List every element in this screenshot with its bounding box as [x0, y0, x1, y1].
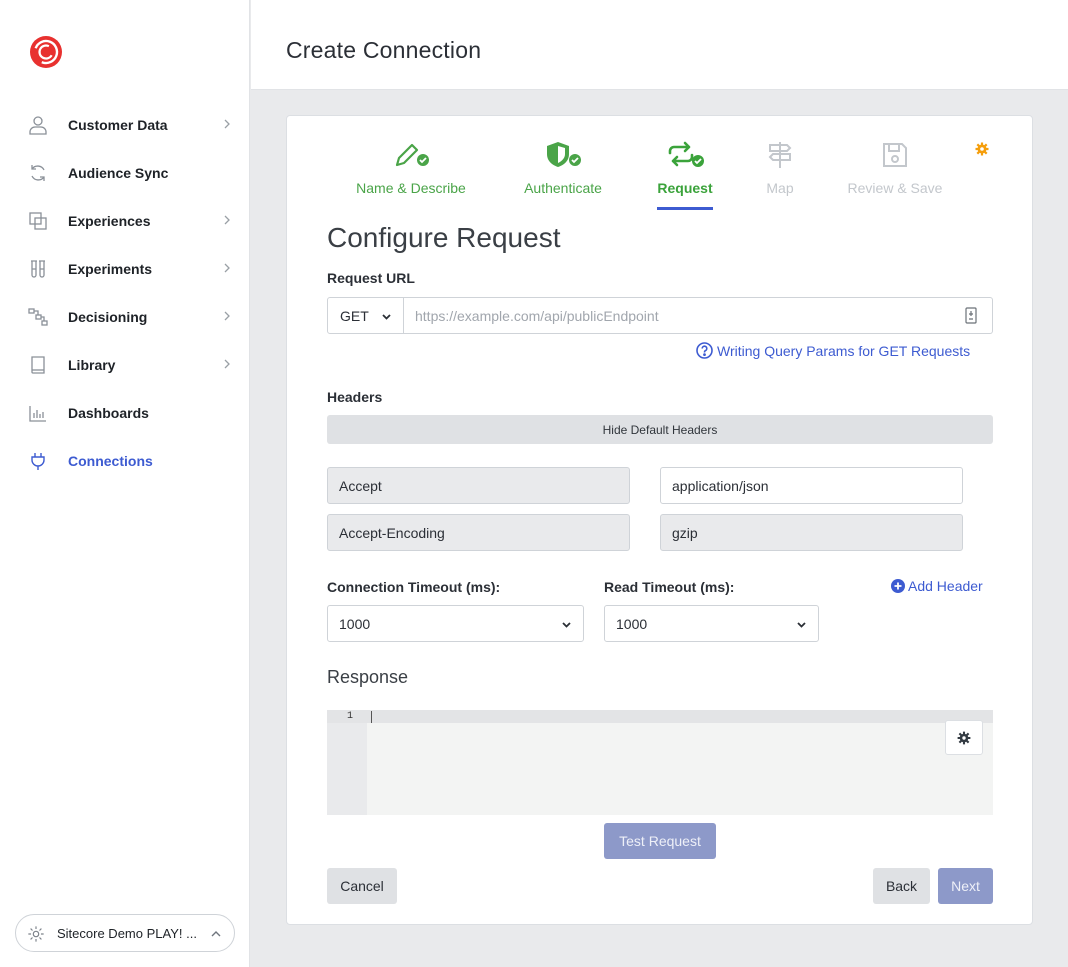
line-number: 1 — [347, 711, 354, 722]
sitecore-logo[interactable] — [29, 35, 63, 69]
step-label: Name & Describe — [356, 180, 466, 196]
step-review-save: Review & Save — [847, 140, 943, 196]
headers-label: Headers — [327, 389, 383, 405]
plug-icon — [31, 453, 45, 470]
sidebar-item-connections[interactable]: Connections — [0, 437, 250, 485]
sidebar-item-label: Experiments — [68, 261, 153, 277]
sync-icon — [31, 165, 45, 181]
org-switcher[interactable]: Sitecore Demo PLAY! ... — [15, 914, 235, 952]
connection-timeout-label: Connection Timeout (ms): — [327, 579, 501, 595]
help-link-text: Writing Query Params for GET Requests — [717, 342, 971, 359]
chevron-down-icon — [382, 314, 391, 320]
gear-icon — [957, 731, 971, 744]
gear-icon — [28, 926, 44, 942]
sidebar-item-label: Audience Sync — [68, 165, 169, 181]
pencil-check-icon — [395, 143, 429, 167]
sidebar-item-experiences[interactable]: Experiences — [0, 197, 250, 245]
chevron-up-icon — [211, 931, 221, 937]
page-header: Create Connection — [251, 0, 1068, 90]
wizard-card: Name & Describe Authenticate Request Map… — [286, 115, 1033, 925]
sidebar-item-library[interactable]: Library — [0, 341, 250, 389]
editor-settings-button[interactable] — [945, 720, 983, 755]
header-value-field: gzip — [660, 514, 963, 551]
chevron-right-icon — [224, 119, 230, 129]
floppy-icon — [883, 143, 907, 167]
test-request-button[interactable]: Test Request — [604, 823, 716, 859]
active-step-indicator — [657, 207, 713, 210]
editor-active-line — [327, 710, 993, 723]
sidebar-item-label: Library — [68, 357, 116, 373]
variable-icon[interactable] — [965, 307, 977, 324]
header-key-field: Accept — [327, 467, 630, 504]
chevron-right-icon — [224, 215, 230, 225]
editor-gutter — [327, 710, 367, 815]
sidebar-item-label: Experiences — [68, 213, 151, 229]
method-select[interactable]: GET — [327, 297, 404, 334]
settings-gear-icon[interactable] — [975, 142, 989, 156]
sidebar-item-experiments[interactable]: Experiments — [0, 245, 250, 293]
request-url-label: Request URL — [327, 270, 415, 286]
editor-cursor — [371, 711, 372, 723]
flow-icon — [28, 308, 48, 326]
signpost-icon — [768, 142, 792, 168]
response-editor[interactable]: 1 — [327, 710, 993, 815]
cancel-button[interactable]: Cancel — [327, 868, 397, 904]
experiences-icon — [29, 212, 47, 230]
step-map: Map — [763, 140, 797, 196]
step-label: Review & Save — [847, 180, 943, 196]
step-authenticate[interactable]: Authenticate — [520, 140, 606, 196]
add-header-button[interactable]: Add Header — [891, 578, 983, 594]
chevron-down-icon — [797, 622, 806, 628]
chevron-down-icon — [562, 622, 571, 628]
read-timeout-select[interactable]: 1000 — [604, 605, 819, 642]
book-icon — [31, 356, 45, 374]
request-url-input[interactable] — [404, 297, 993, 334]
step-label: Map — [766, 180, 794, 196]
chevron-right-icon — [224, 311, 230, 321]
sidebar-item-audience-sync[interactable]: Audience Sync — [0, 149, 250, 197]
plus-circle-icon — [891, 579, 905, 593]
page-title: Create Connection — [286, 37, 482, 63]
repeat-check-icon — [668, 141, 704, 167]
response-label: Response — [327, 667, 409, 687]
step-request[interactable]: Request — [657, 140, 713, 210]
connection-timeout-value: 1000 — [339, 615, 371, 632]
chevron-right-icon — [224, 359, 230, 369]
query-params-help-link[interactable]: Writing Query Params for GET Requests — [696, 342, 970, 359]
read-timeout-label: Read Timeout (ms): — [604, 579, 735, 595]
back-button[interactable]: Back — [873, 868, 930, 904]
user-icon — [29, 116, 47, 135]
next-button[interactable]: Next — [938, 868, 993, 904]
sidebar-item-dashboards[interactable]: Dashboards — [0, 389, 250, 437]
read-timeout-value: 1000 — [616, 615, 648, 632]
step-label: Request — [657, 180, 713, 196]
hide-default-headers-button[interactable]: Hide Default Headers — [327, 415, 993, 444]
sidebar-item-label: Customer Data — [68, 117, 168, 133]
chevron-right-icon — [224, 263, 230, 273]
shield-check-icon — [547, 142, 581, 167]
header-value-field[interactable]: application/json — [660, 467, 963, 504]
flask-icon — [31, 260, 45, 278]
sidebar-item-decisioning[interactable]: Decisioning — [0, 293, 250, 341]
sidebar-item-label: Decisioning — [68, 309, 148, 325]
sidebar-item-label: Dashboards — [68, 405, 149, 421]
header-key-field: Accept-Encoding — [327, 514, 630, 551]
sidebar-item-label: Connections — [68, 453, 153, 469]
step-name-describe[interactable]: Name & Describe — [353, 140, 469, 196]
add-header-label: Add Header — [908, 578, 983, 594]
section-title: Configure Request — [327, 222, 561, 253]
step-label: Authenticate — [524, 180, 602, 196]
sidebar-nav: Customer Data Audience Sync Experiences … — [0, 101, 250, 485]
sidebar-item-customer-data[interactable]: Customer Data — [0, 101, 250, 149]
connection-timeout-select[interactable]: 1000 — [327, 605, 584, 642]
sidebar: Customer Data Audience Sync Experiences … — [0, 0, 250, 967]
org-name: Sitecore Demo PLAY! ... — [57, 925, 197, 941]
chart-icon — [29, 406, 46, 422]
method-value: GET — [340, 307, 369, 324]
question-circle-icon — [696, 342, 713, 359]
